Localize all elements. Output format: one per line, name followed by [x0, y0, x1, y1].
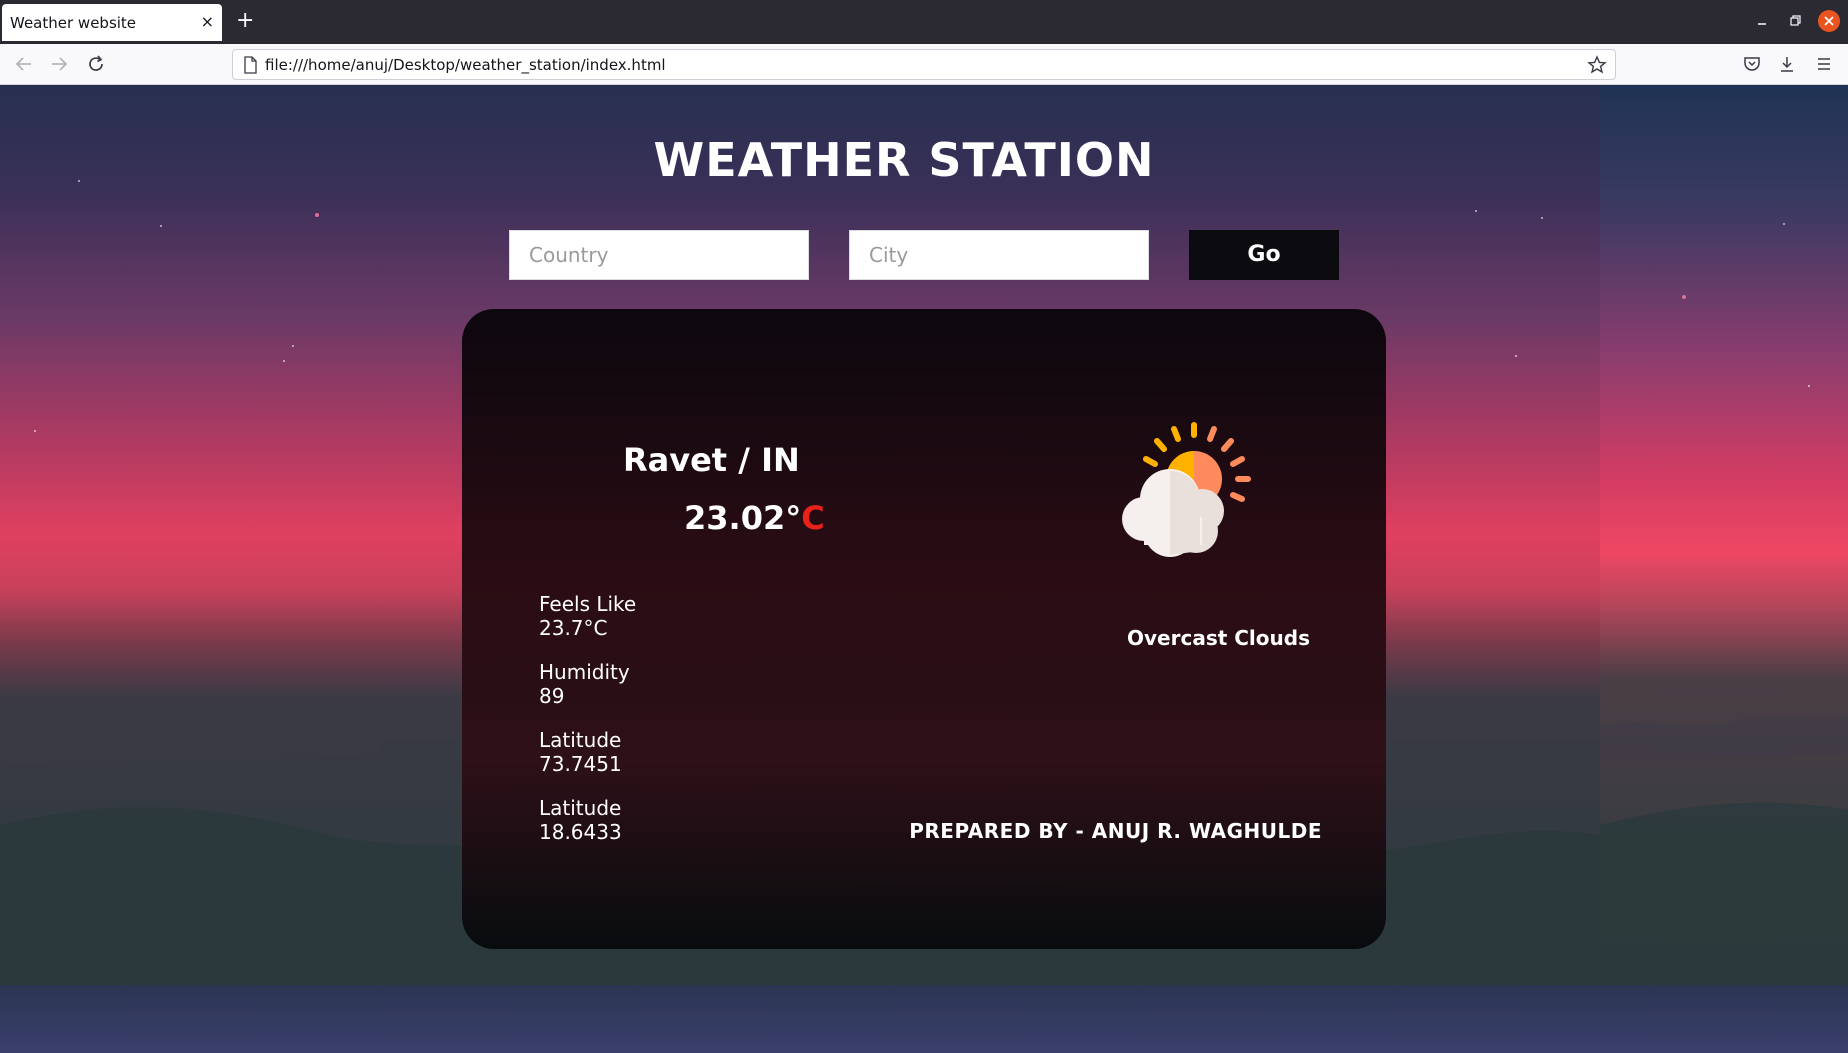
star-dot: [34, 430, 36, 432]
background-bottom-strip: [0, 985, 1848, 1053]
weather-description: Overcast Clouds: [1127, 626, 1310, 650]
browser-tabbar: Weather website × +: [0, 0, 1848, 44]
star-dot: [160, 225, 162, 227]
go-button[interactable]: Go: [1189, 230, 1339, 280]
humidity-label: Humidity: [539, 660, 630, 684]
temperature-value: 23.02°: [684, 499, 802, 537]
pocket-icon[interactable]: [1742, 54, 1762, 74]
country-input[interactable]: [509, 230, 809, 280]
bookmark-star-icon[interactable]: [1587, 55, 1607, 75]
url-text[interactable]: file:///home/anuj/Desktop/weather_statio…: [265, 56, 666, 74]
minimize-window-icon[interactable]: [1755, 11, 1769, 31]
page-title: WEATHER STATION: [653, 133, 1155, 187]
feels-like-value: 23.7°C: [539, 616, 608, 640]
back-arrow-icon[interactable]: [13, 53, 35, 75]
weather-card: Ravet / IN 23.02°C Feels Like 23.7°C Hum…: [462, 309, 1386, 949]
star-dot: [1783, 223, 1785, 225]
latitude-value: 18.6433: [539, 820, 622, 844]
forward-arrow-icon[interactable]: [48, 53, 70, 75]
temperature: 23.02°C: [684, 499, 825, 537]
feels-like-label: Feels Like: [539, 592, 637, 616]
browser-navbar: file:///home/anuj/Desktop/weather_statio…: [0, 44, 1848, 85]
browser-tab[interactable]: Weather website ×: [2, 4, 222, 41]
tab-close-icon[interactable]: ×: [201, 13, 214, 31]
new-tab-icon[interactable]: +: [236, 8, 254, 34]
star-dot: [283, 360, 285, 362]
temperature-unit: C: [801, 499, 825, 537]
star-dot: [292, 345, 294, 347]
restore-window-icon[interactable]: [1789, 14, 1803, 28]
author-credit: PREPARED BY - ANUJ R. WAGHULDE: [909, 819, 1322, 843]
city-input[interactable]: [849, 230, 1149, 280]
address-bar[interactable]: file:///home/anuj/Desktop/weather_statio…: [232, 49, 1616, 80]
star-dot: [1541, 217, 1543, 219]
download-icon[interactable]: [1777, 54, 1797, 74]
close-window-icon[interactable]: [1818, 10, 1840, 32]
longitude-value: 73.7451: [539, 752, 622, 776]
location-name: Ravet / IN: [623, 441, 800, 479]
latitude-label: Latitude: [539, 796, 622, 820]
star-dot: [1475, 210, 1477, 212]
star-dot: [1808, 385, 1810, 387]
tab-title: Weather website: [10, 14, 137, 32]
reload-icon[interactable]: [85, 53, 107, 75]
star-dot: [1515, 355, 1517, 357]
partly-cloudy-sun-icon: [1122, 422, 1251, 557]
star-dot: [1682, 295, 1686, 299]
longitude-label: Latitude: [539, 728, 622, 752]
star-dot: [315, 213, 319, 217]
humidity-value: 89: [539, 684, 565, 708]
page-viewport: WEATHER STATION Go Ravet / IN 23.02°C Fe…: [0, 85, 1848, 1053]
menu-icon[interactable]: [1814, 54, 1834, 74]
page-icon: [244, 56, 257, 74]
